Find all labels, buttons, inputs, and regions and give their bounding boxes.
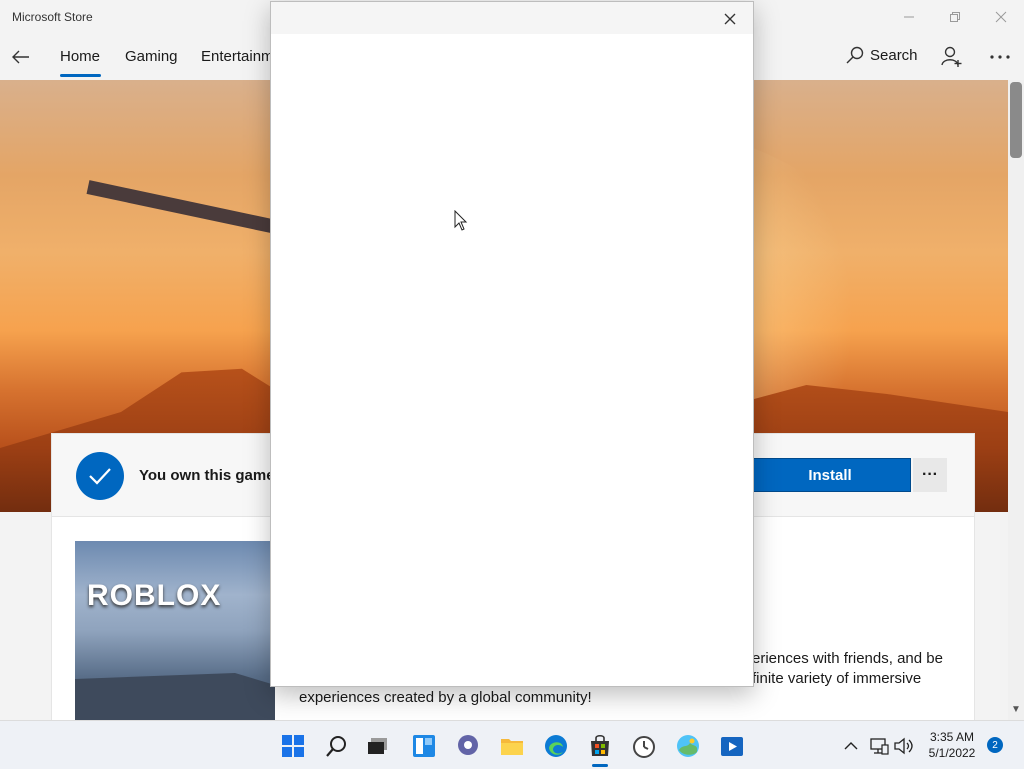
nav-entertainment[interactable]: Entertainm [201, 48, 274, 65]
product-more-button[interactable]: ··· [913, 458, 947, 492]
clock-time: 3:35 AM [929, 730, 975, 744]
owned-check-badge [76, 452, 124, 500]
description-line: experiences created by a global communit… [299, 689, 592, 706]
more-options-button[interactable] [987, 44, 1013, 70]
minimize-icon [904, 16, 914, 18]
description-fragment-2: finite variety of immersive [752, 670, 922, 687]
scrollbar-thumb[interactable] [1010, 82, 1022, 158]
add-user-icon [941, 46, 962, 67]
clock-date: 5/1/2022 [928, 746, 976, 760]
edge-button[interactable] [543, 733, 569, 759]
restore-icon [950, 12, 960, 22]
ownership-text: You own this game. [139, 467, 279, 484]
dialog-close-button[interactable] [715, 4, 745, 34]
volume-button[interactable] [892, 735, 914, 757]
notification-badge[interactable]: 2 [987, 737, 1003, 753]
media-player-icon [721, 737, 743, 756]
page-scrollbar[interactable] [1008, 80, 1024, 720]
network-icon [870, 738, 889, 755]
back-arrow-icon [12, 50, 29, 64]
back-button[interactable] [8, 44, 34, 70]
mouse-cursor [454, 209, 468, 237]
task-view-icon [368, 738, 387, 754]
widgets-icon [413, 735, 435, 757]
clock-app-icon [633, 736, 655, 758]
cover-ship-shape [75, 673, 275, 721]
media-player-button[interactable] [719, 733, 745, 759]
pointer-cursor-icon [454, 209, 468, 231]
active-app-indicator [592, 764, 608, 767]
show-hidden-icons-button[interactable] [840, 735, 862, 757]
search-button[interactable]: Search [846, 46, 918, 64]
restore-button[interactable] [932, 4, 978, 30]
task-view-button[interactable] [365, 733, 391, 759]
system-clock[interactable]: 3:35 AM 5/1/2022 [926, 729, 978, 761]
nav-gaming[interactable]: Gaming [125, 48, 178, 65]
search-icon [326, 736, 346, 757]
start-button[interactable] [280, 733, 306, 759]
close-icon [995, 11, 1007, 23]
store-button[interactable] [587, 733, 613, 759]
dialog-header [271, 2, 753, 34]
description-fragment-1: eriences with friends, and be [752, 650, 943, 667]
account-button[interactable] [939, 44, 965, 70]
photos-icon [677, 735, 699, 757]
nav-active-indicator [60, 74, 101, 77]
chat-icon [458, 735, 478, 755]
close-window-button[interactable] [978, 4, 1024, 30]
chat-button[interactable] [455, 733, 481, 759]
install-button[interactable]: Install [749, 458, 911, 492]
chevron-up-icon [844, 742, 858, 750]
ellipsis-icon [990, 55, 1010, 59]
sign-in-dialog[interactable] [270, 1, 754, 687]
start-icon [282, 735, 304, 757]
clock-app-button[interactable] [631, 733, 657, 759]
checkmark-icon [89, 468, 111, 485]
minimize-button[interactable] [886, 4, 932, 30]
network-button[interactable] [868, 735, 890, 757]
scroll-down-arrow[interactable]: ▼ [1010, 704, 1022, 716]
hero-beam [86, 180, 286, 236]
taskbar-search-button[interactable] [324, 733, 350, 759]
store-icon [591, 734, 609, 756]
game-cover-image: ROBLOX [75, 541, 275, 721]
speaker-icon [894, 737, 913, 755]
photos-button[interactable] [675, 733, 701, 759]
file-explorer-button[interactable] [499, 733, 525, 759]
roblox-logo: ROBLOX [87, 579, 222, 612]
close-icon [724, 13, 736, 25]
search-icon [846, 46, 864, 64]
search-label: Search [870, 46, 918, 64]
widgets-button[interactable] [411, 733, 437, 759]
taskbar: 3:35 AM 5/1/2022 2 [0, 720, 1024, 769]
app-title: Microsoft Store [12, 10, 93, 24]
nav-home[interactable]: Home [60, 48, 100, 65]
file-explorer-icon [501, 739, 523, 755]
edge-icon [545, 735, 567, 757]
